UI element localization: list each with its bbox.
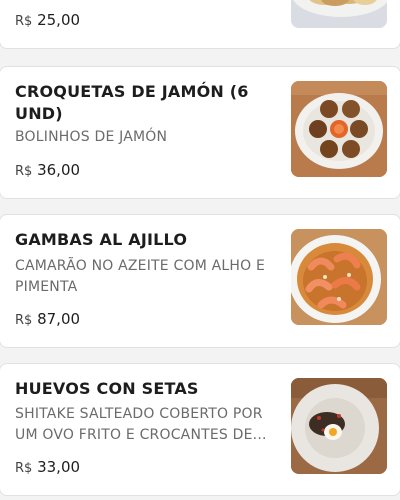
- item-description: SHITAKE SALTEADO COBERTO POR UM OVO FRIT…: [15, 406, 267, 443]
- item-description: BOLINHOS DE JAMÓN: [15, 129, 168, 145]
- item-price: R$ 87,00: [15, 309, 80, 331]
- egg-mushroom-photo-icon[interactable]: [291, 378, 387, 474]
- item-description: CAMARÃO NO AZEITE COM ALHO E PIMENTA: [15, 258, 266, 295]
- price-currency: R$: [15, 14, 33, 29]
- item-price: R$ 36,00: [15, 160, 80, 182]
- price-value: 25,00: [37, 11, 81, 29]
- croquetas-photo-icon[interactable]: [291, 81, 387, 177]
- price-value: 36,00: [37, 161, 81, 179]
- price-currency: R$: [15, 313, 33, 328]
- price-currency: R$: [15, 461, 33, 476]
- item-title: HUEVOS CON SETAS: [15, 379, 199, 398]
- item-title: GAMBAS AL AJILLO: [15, 230, 188, 249]
- menu-item-card[interactable]: R$ 25,00: [0, 0, 400, 48]
- item-price: R$ 33,00: [15, 457, 80, 479]
- item-price: R$ 25,00: [15, 10, 80, 32]
- price-currency: R$: [15, 164, 33, 179]
- menu-item-card[interactable]: HUEVOS CON SETAS SHITAKE SALTEADO COBERT…: [0, 364, 400, 495]
- menu-item-card[interactable]: GAMBAS AL AJILLO CAMARÃO NO AZEITE COM A…: [0, 215, 400, 347]
- shrimp-photo-icon[interactable]: [291, 229, 387, 325]
- price-value: 33,00: [37, 458, 81, 476]
- bread-plate-photo-icon[interactable]: [291, 0, 387, 28]
- item-title: CROQUETAS DE JAMÓN (6 UND): [15, 82, 249, 123]
- menu-item-card[interactable]: CROQUETAS DE JAMÓN (6 UND) BOLINHOS DE J…: [0, 67, 400, 198]
- menu-list: R$ 25,00 CROQUETAS DE JAMÓN (6 UND) BOLI…: [0, 0, 400, 500]
- price-value: 87,00: [37, 310, 81, 328]
